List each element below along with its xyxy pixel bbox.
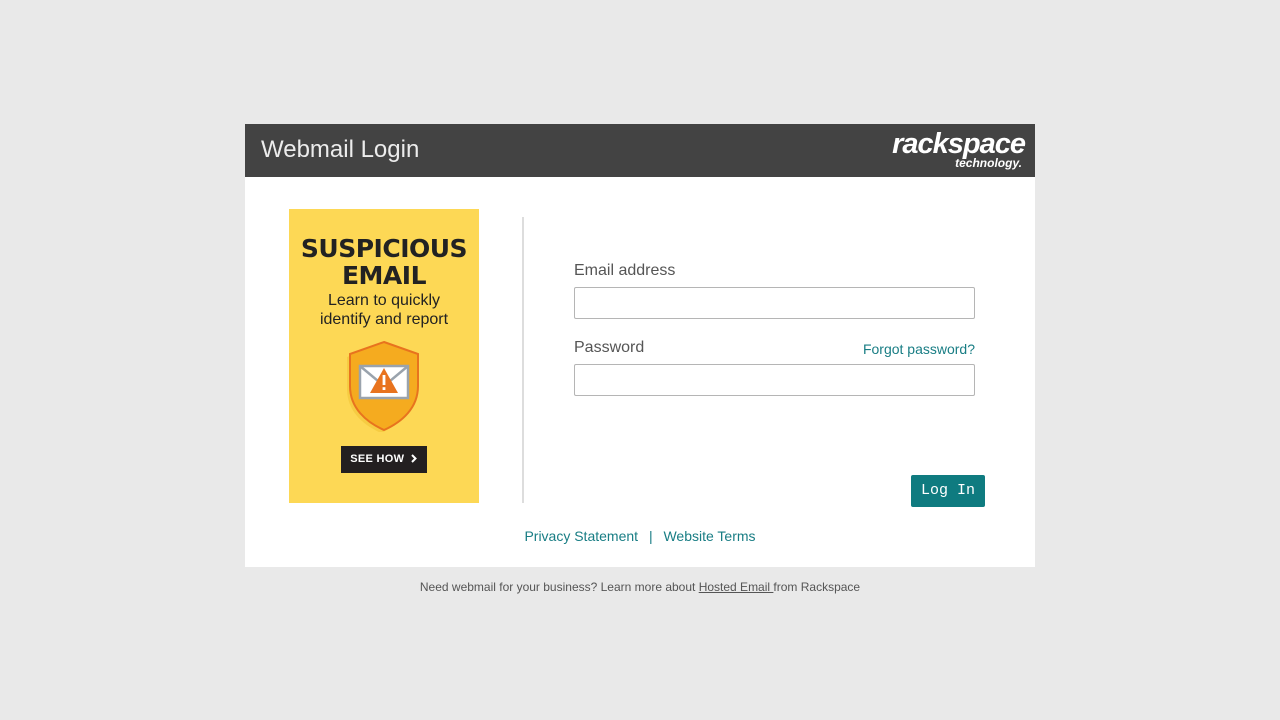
footer-note: Need webmail for your business? Learn mo…	[0, 579, 1280, 595]
see-how-button[interactable]: SEE HOW	[341, 446, 427, 473]
promo-subtitle-line: Learn to quickly	[327, 292, 441, 309]
legal-links: Privacy Statement | Website Terms	[245, 527, 1035, 545]
link-separator: |	[648, 528, 653, 544]
promo-title: SUSPICIOUS EMAIL	[289, 235, 479, 289]
chevron-right-icon	[410, 454, 417, 463]
website-terms-link[interactable]: Website Terms	[663, 528, 755, 544]
page-title: Webmail Login	[261, 136, 420, 163]
promo-subtitle-line: identify and report	[319, 311, 449, 328]
suspicious-email-promo-banner[interactable]: SUSPICIOUS EMAIL Learn to quickly identi…	[289, 209, 479, 503]
privacy-statement-link[interactable]: Privacy Statement	[524, 528, 638, 544]
logo-wordmark: rackspace	[892, 128, 1026, 160]
see-how-label: SEE HOW	[350, 453, 405, 465]
hosted-email-link[interactable]: Hosted Email	[699, 580, 774, 594]
promo-title-line: EMAIL	[341, 261, 427, 290]
email-label: Email address	[574, 262, 676, 279]
promo-subtitle: Learn to quickly identify and report	[289, 291, 479, 329]
log-in-button[interactable]: Log In	[911, 475, 985, 507]
footer-text: Need webmail for your business? Learn mo…	[419, 580, 699, 594]
email-input[interactable]	[574, 287, 975, 319]
header-bar: Webmail Login rackspace technology.	[245, 124, 1035, 177]
login-card: Webmail Login rackspace technology. SUSP…	[245, 124, 1035, 567]
vertical-divider	[522, 217, 524, 503]
rackspace-logo: rackspace technology.	[885, 128, 1026, 173]
promo-title-line: SUSPICIOUS	[300, 234, 468, 263]
forgot-password-link[interactable]: Forgot password?	[863, 340, 975, 358]
shield-warning-envelope-icon	[347, 340, 419, 432]
password-label: Password	[574, 339, 645, 356]
password-input[interactable]	[574, 364, 975, 396]
footer-text-end: from Rackspace	[773, 580, 861, 594]
